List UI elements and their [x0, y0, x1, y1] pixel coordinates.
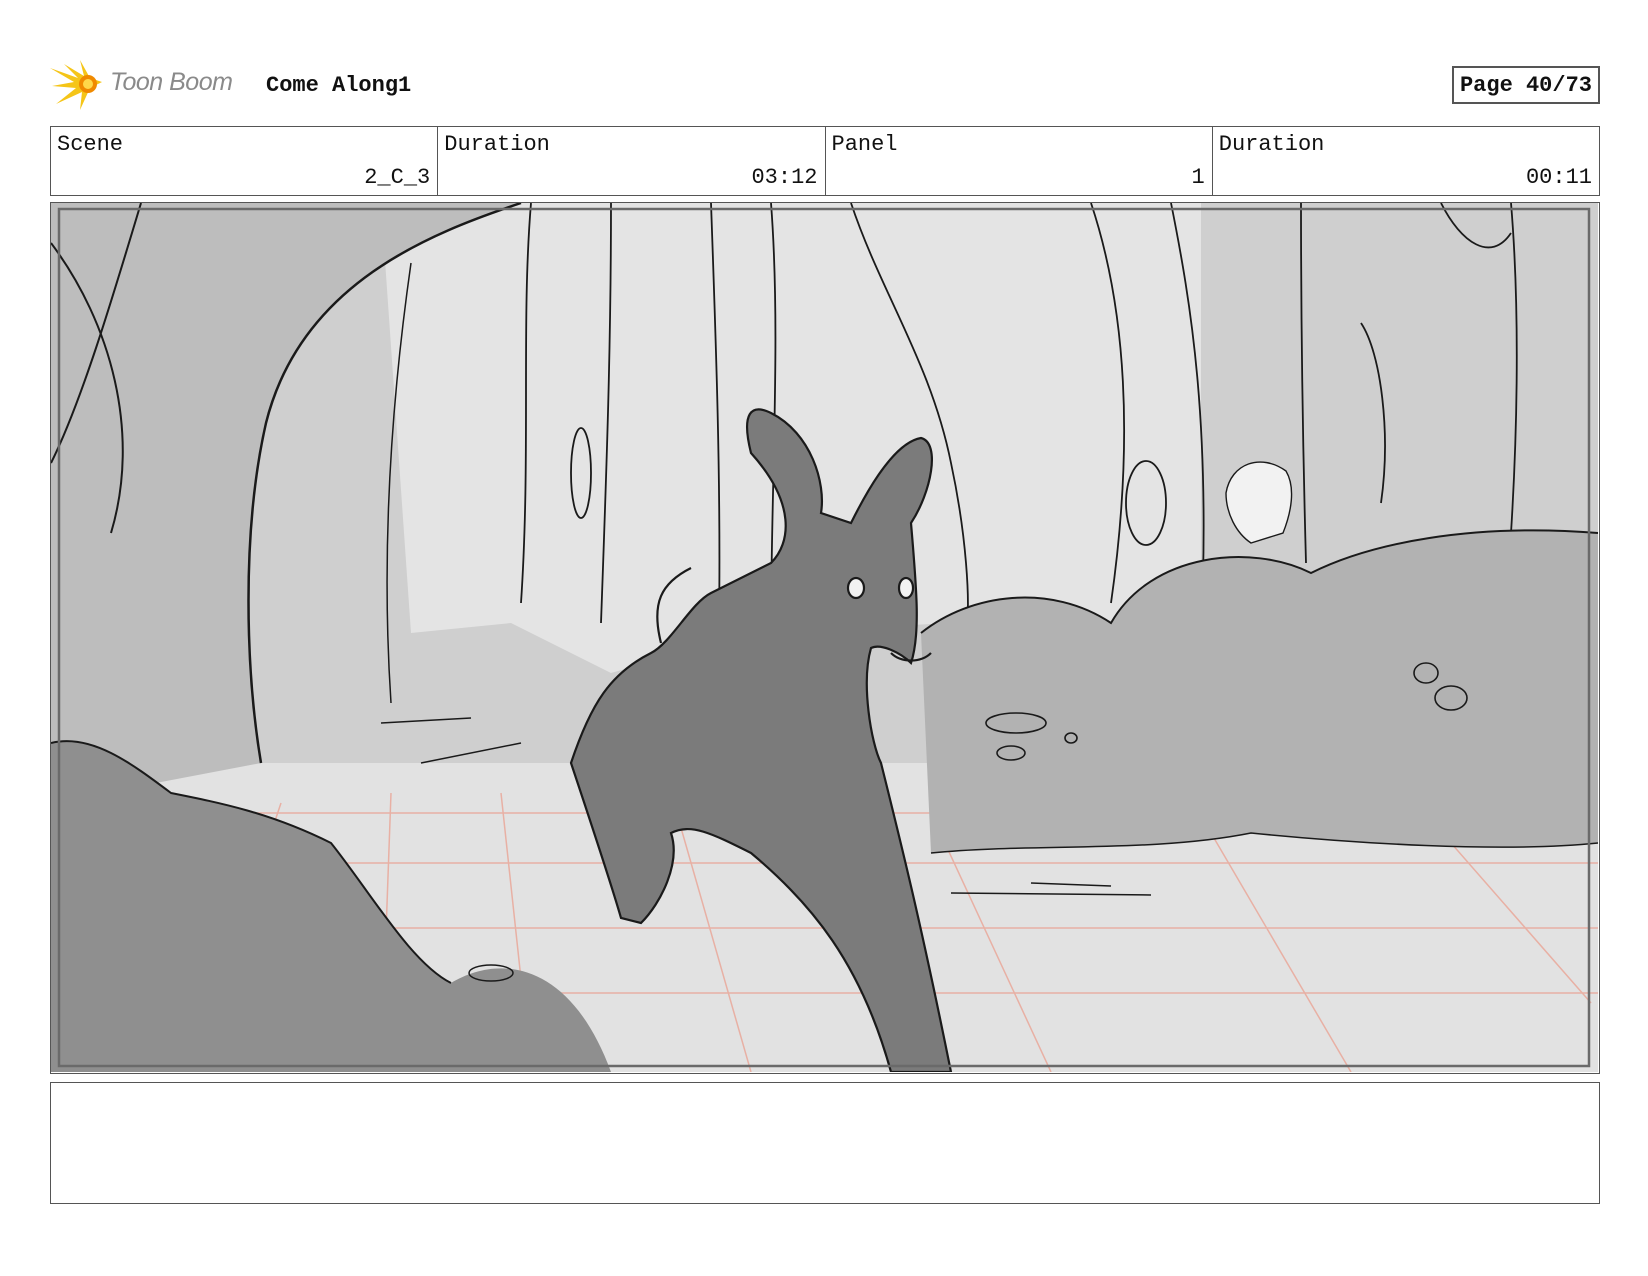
panel-cell: Panel 1 [826, 127, 1213, 195]
toon-boom-starburst-icon [50, 60, 102, 110]
storyboard-header: Toon Boom Come Along1 Page 40/73 [50, 58, 1600, 110]
panel-value: 1 [1191, 165, 1205, 190]
logo-wordmark: Toon Boom [110, 68, 233, 96]
scene-duration-cell: Duration 03:12 [438, 127, 826, 195]
panel-label: Panel [831, 132, 898, 157]
storyboard-panel [50, 202, 1600, 1074]
panel-duration-label: Duration [1218, 132, 1325, 157]
panel-info-table: Scene 2_C_3 Duration 03:12 Panel 1 Durat… [50, 126, 1600, 196]
panel-duration-value: 00:11 [1525, 165, 1592, 190]
panel-duration-cell: Duration 00:11 [1213, 127, 1599, 195]
scene-label: Scene [57, 132, 124, 157]
scene-cell: Scene 2_C_3 [51, 127, 439, 195]
panel-notes-box [50, 1082, 1600, 1204]
scene-duration-label: Duration [444, 132, 550, 157]
panel-sketch-image [51, 203, 1598, 1072]
toon-boom-logo: Toon Boom [50, 58, 250, 110]
scene-value: 2_C_3 [364, 165, 431, 190]
scene-duration-value: 03:12 [751, 165, 818, 190]
project-title: Come Along1 [266, 73, 412, 98]
page-indicator: Page 40/73 [1451, 66, 1600, 104]
